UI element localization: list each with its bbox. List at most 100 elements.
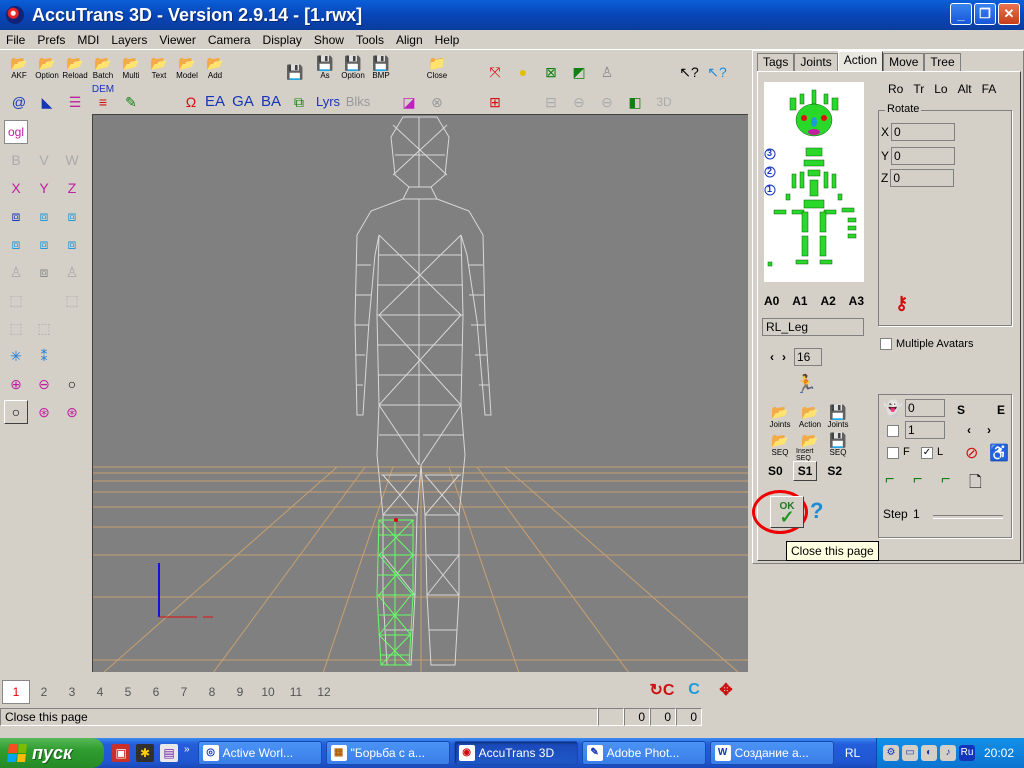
open-action-button[interactable]: 📂 Action [796, 404, 824, 434]
help-pointer-button[interactable]: ↖? [676, 54, 702, 80]
multi-button[interactable]: 📂 Multi [118, 54, 144, 80]
axis-z-button[interactable]: ⁑ [32, 344, 56, 368]
frame-tab-12[interactable]: 12 [310, 685, 338, 699]
gray-select-1-button[interactable]: ⬚ [4, 288, 28, 312]
seq-tab-s1[interactable]: S1 [792, 461, 818, 481]
zoom-button[interactable]: ○ [60, 372, 84, 396]
task-photoshop[interactable]: ✎ Adobe Phot... [581, 741, 706, 765]
tab-tree[interactable]: Tree [924, 53, 961, 71]
mode-tr-button[interactable]: Tr [913, 82, 924, 96]
ea-button[interactable]: EA [202, 84, 228, 110]
gray-select-3-button[interactable]: ⬚ [4, 316, 28, 340]
tray-display-icon[interactable]: ▭ [902, 745, 918, 761]
l-checkbox[interactable]: ✓ [921, 447, 933, 459]
avatar-a0[interactable]: A0 [764, 294, 779, 308]
pencil-button[interactable]: ✎ [118, 84, 144, 110]
layers-button[interactable]: Lyrs [314, 84, 342, 110]
add-button[interactable]: 📂 Add [202, 54, 228, 80]
cb-w-button[interactable]: W [60, 148, 84, 172]
page-icon[interactable]: 🗋 [969, 471, 982, 498]
cb-b-button[interactable]: B [4, 148, 28, 172]
rotate-y-field[interactable]: 0 [891, 147, 956, 165]
seq-tab-s2[interactable]: S2 [827, 464, 842, 481]
run-figure-icon[interactable]: 🏃 [794, 374, 818, 400]
save-option-button[interactable]: 💾 Option [340, 54, 366, 80]
diagonal-box-button[interactable]: ⊠ [538, 54, 564, 80]
task-word[interactable]: W Создание а... [709, 741, 834, 765]
next-frame-button[interactable]: › [782, 350, 786, 364]
seq-tab-s0[interactable]: S0 [768, 464, 783, 481]
level-3-label[interactable]: 3 [767, 148, 772, 158]
frame-tab-8[interactable]: 8 [198, 685, 226, 699]
save-button[interactable]: 💾 [282, 54, 308, 80]
open-akf-button[interactable]: 📂 AKF [6, 54, 32, 80]
insert-seq-button[interactable]: 📂 Insert SEQ [796, 432, 824, 462]
anim-field-b[interactable]: 1 [905, 421, 945, 439]
ogl-button[interactable]: ogl [4, 120, 28, 144]
text-button[interactable]: 📂 Text [146, 54, 172, 80]
gray-select-4-button[interactable]: ⬚ [32, 316, 56, 340]
gray-tool-1-button[interactable]: ⊟ [538, 84, 564, 110]
help-question-icon[interactable]: ? [810, 498, 823, 524]
ok-close-page-button[interactable]: OK ✓ [770, 496, 804, 528]
tab-move[interactable]: Move [883, 53, 925, 71]
gray-figure-2-button[interactable]: ♙ [60, 260, 84, 284]
menu-viewer[interactable]: Viewer [153, 33, 201, 47]
menu-display[interactable]: Display [257, 33, 308, 47]
leg-tool-3-icon[interactable]: ⌐ [941, 471, 950, 489]
tray-lang-icon[interactable]: Ru [959, 745, 975, 761]
frame-tab-1[interactable]: 1 [2, 680, 30, 704]
save-as-button[interactable]: 💾 As [312, 54, 338, 80]
cube-view-5-button[interactable]: ⧈ [32, 232, 56, 256]
menu-tools[interactable]: Tools [350, 33, 390, 47]
rotate-z-button[interactable]: Z [60, 176, 84, 200]
3d-viewport[interactable] [92, 114, 748, 672]
at-button[interactable]: @ [6, 84, 32, 110]
frame-tab-6[interactable]: 6 [142, 685, 170, 699]
cube-view-6-button[interactable]: ⧈ [60, 232, 84, 256]
rotate-y-button[interactable]: Y [32, 176, 56, 200]
tray-info-icon[interactable]: ◐ [921, 745, 937, 761]
frame-tab-10[interactable]: 10 [254, 685, 282, 699]
zoom-all-button[interactable]: ⊛ [60, 400, 84, 424]
frame-tab-11[interactable]: 11 [282, 685, 310, 699]
frame-tab-2[interactable]: 2 [30, 685, 58, 699]
triangle-tool-button[interactable]: ◣ [34, 84, 60, 110]
step-slider[interactable] [933, 515, 1003, 519]
level-1-label[interactable]: 1 [767, 184, 772, 194]
frame-tab-7[interactable]: 7 [170, 685, 198, 699]
body-part-field[interactable]: RL_Leg [762, 318, 864, 336]
save-bmp-button[interactable]: 💾 BMP [368, 54, 394, 80]
f-checkbox[interactable] [887, 447, 899, 459]
save-joints-button[interactable]: 💾 Joints [824, 404, 852, 434]
tray-network-icon[interactable]: ⚙ [883, 745, 899, 761]
anim-prev-button[interactable]: ‹ [967, 423, 971, 437]
light-bulb-button[interactable]: ● [510, 54, 536, 80]
cube-view-2-button[interactable]: ⧈ [32, 204, 56, 228]
menu-camera[interactable]: Camera [202, 33, 257, 47]
mode-ro-button[interactable]: Ro [888, 82, 903, 96]
zoom-out-button[interactable]: ⊖ [32, 372, 56, 396]
task-active-worlds[interactable]: ◎ Active Worl... [197, 741, 322, 765]
skeleton-diagram[interactable] [764, 82, 864, 282]
ba-button[interactable]: BA [258, 84, 284, 110]
model-button[interactable]: 📂 Model [174, 54, 200, 80]
ga-button[interactable]: GA [230, 84, 256, 110]
gray-tool-3-button[interactable]: ⊖ [594, 84, 620, 110]
blocks-button[interactable]: Blks [344, 84, 372, 110]
anim-field-a[interactable]: 0 [905, 399, 945, 417]
camera-reset-icon[interactable]: C [682, 678, 706, 702]
frame-number-field[interactable]: 16 [794, 348, 822, 366]
mode-alt-button[interactable]: Alt [958, 82, 972, 96]
open-joints-button[interactable]: 📂 Joints [766, 404, 794, 434]
dem-button[interactable]: DEM ≡ [90, 84, 116, 111]
task-accutrans[interactable]: ◉ AccuTrans 3D [453, 741, 578, 765]
open-option-button[interactable]: 📂 Option [34, 54, 60, 80]
anim-next-button[interactable]: › [987, 423, 991, 437]
open-seq-button[interactable]: 📂 SEQ [766, 432, 794, 462]
multiple-avatars-option[interactable]: Multiple Avatars [880, 338, 973, 350]
cube-view-4-button[interactable]: ⧈ [4, 232, 28, 256]
mode-lo-button[interactable]: Lo [934, 82, 947, 96]
color-cube-button[interactable]: ◪ [396, 84, 422, 110]
ghost-icon[interactable]: 👻 [883, 399, 903, 419]
